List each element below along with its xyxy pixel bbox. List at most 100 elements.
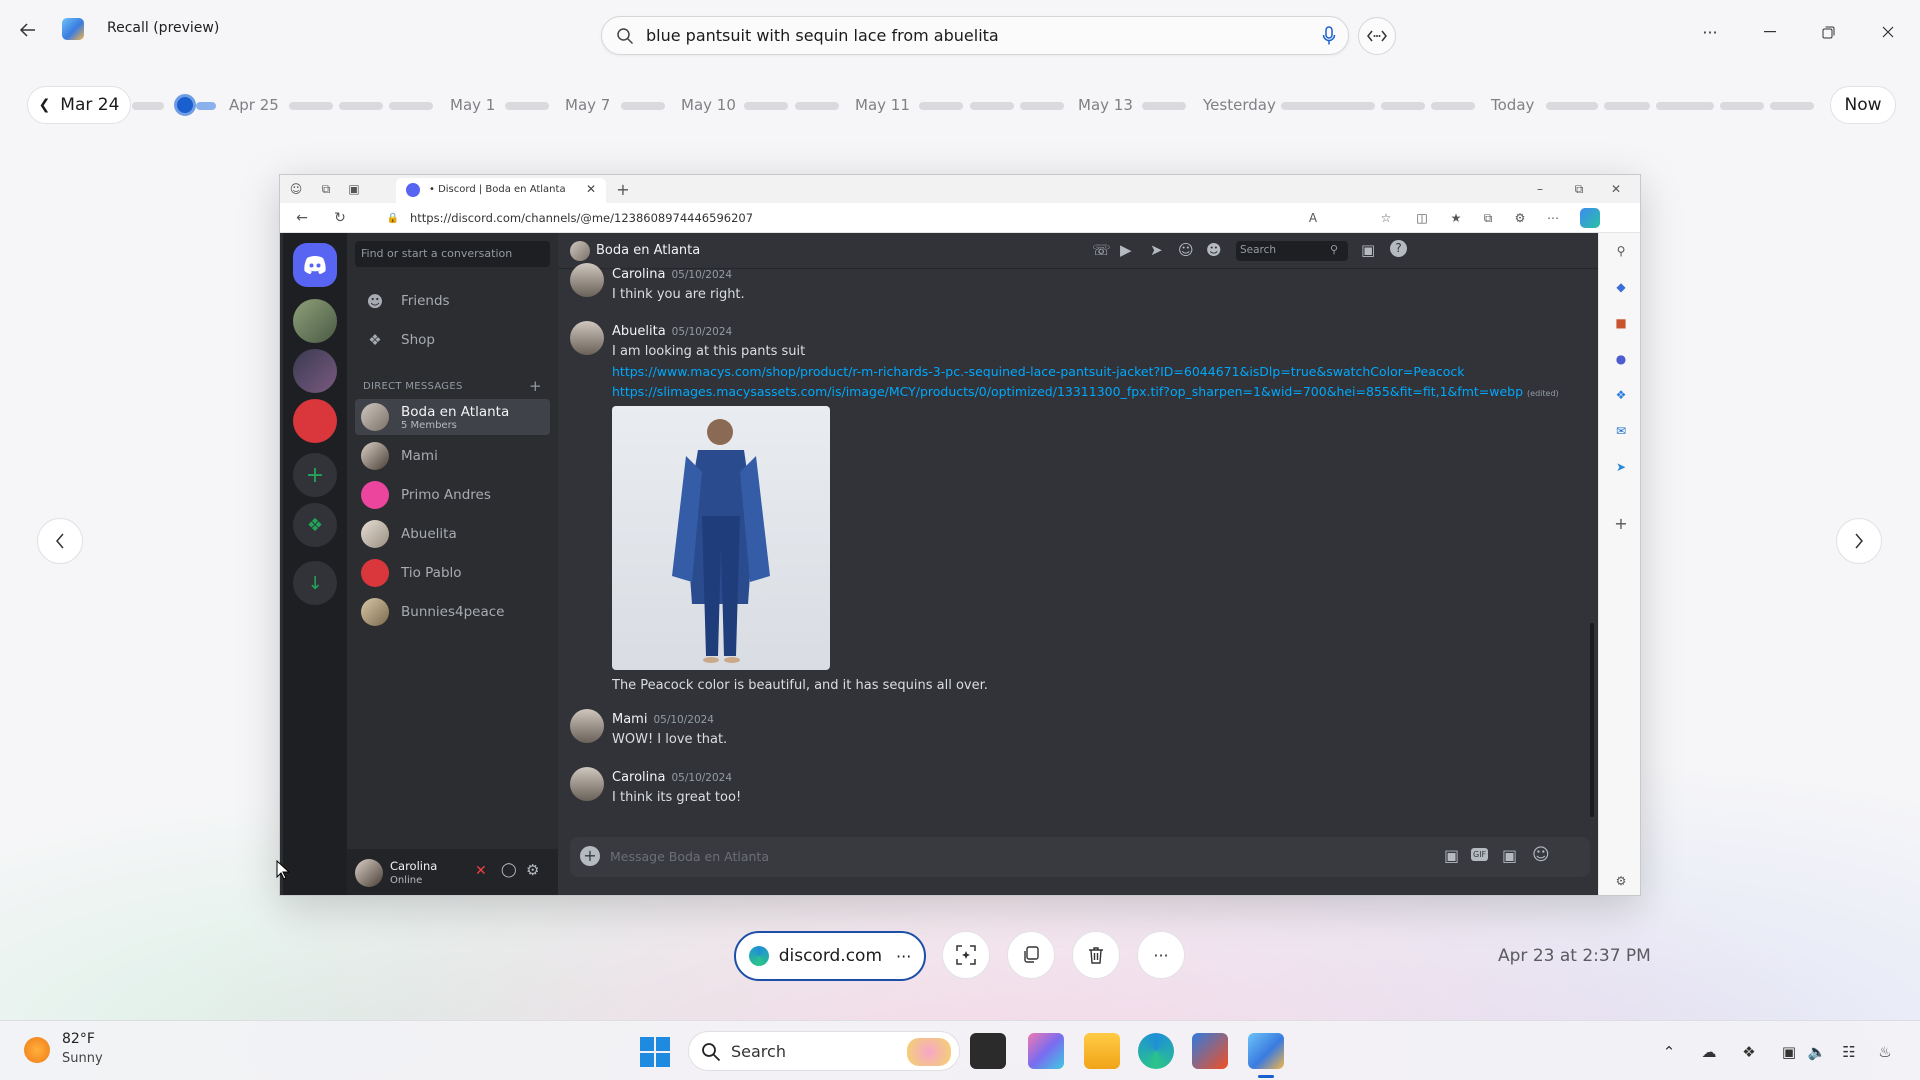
timeline-segment[interactable] (1604, 102, 1650, 110)
message-author[interactable]: Carolina 05/10/2024 (612, 770, 732, 785)
timeline-segment[interactable] (1431, 102, 1475, 110)
timeline-segment[interactable] (1142, 102, 1186, 110)
attach-plus-icon[interactable]: + (580, 846, 600, 866)
emoji-icon[interactable]: ☺ (1532, 845, 1550, 865)
file-explorer-icon[interactable] (1084, 1033, 1120, 1069)
favorites-icon[interactable]: ★ (1448, 210, 1464, 226)
search-input[interactable] (646, 26, 1286, 45)
mute-icon[interactable]: ✕ (475, 863, 487, 879)
sidebar-send-icon[interactable]: ➤ (1613, 459, 1629, 475)
sticker-icon[interactable]: ▣ (1502, 846, 1517, 865)
timeline-segment[interactable] (795, 102, 839, 110)
favorite-star-icon[interactable]: ☆ (1378, 210, 1394, 226)
weather-condition[interactable]: Sunny (62, 1051, 103, 1066)
dm-item-tio-pablo[interactable]: Tio Pablo (355, 555, 550, 591)
open-source-button[interactable]: discord.com ··· (734, 931, 926, 981)
delete-button[interactable] (1072, 931, 1120, 979)
server-icon[interactable] (293, 299, 337, 343)
message-author[interactable]: Mami 05/10/2024 (612, 712, 714, 727)
timeline-segment[interactable] (1281, 102, 1375, 110)
message-avatar[interactable] (570, 321, 604, 355)
dm-item-boda-en-atlanta[interactable]: Boda en Atlanta 5 Members (355, 399, 550, 435)
nav-friends[interactable]: ☻ Friends (355, 283, 550, 319)
message-composer[interactable]: + Message Boda en Atlanta ▣ GIF ▣ ☺ (570, 837, 1590, 877)
help-icon[interactable]: ? (1390, 240, 1407, 257)
message-image-pantsuit[interactable] (612, 406, 830, 670)
sidebar-search-icon[interactable]: ⚲ (1613, 243, 1629, 259)
voice-call-icon[interactable]: ☏ (1092, 241, 1111, 259)
new-tab-icon[interactable]: + (615, 180, 631, 199)
more-actions-button[interactable]: ··· (1137, 931, 1185, 979)
snapshot-preview[interactable]: ☺ ⧉ ▣ • Discord | Boda en Atlanta ✕ + – … (279, 174, 1641, 896)
timeline-segment[interactable] (1020, 102, 1064, 110)
member-list-icon[interactable]: ☻ (1206, 241, 1222, 259)
timeline-slider-handle[interactable] (174, 94, 196, 116)
sidebar-tools-icon[interactable]: ■ (1613, 315, 1629, 331)
message-author[interactable]: Abuelita 05/10/2024 (612, 324, 732, 339)
chat-search-input[interactable]: Search ⚲ (1236, 241, 1348, 261)
chat-scrollbar[interactable] (1590, 623, 1594, 817)
edge-taskbar-icon[interactable] (1138, 1033, 1174, 1069)
copy-button[interactable] (1007, 931, 1055, 979)
timeline-segment[interactable] (919, 102, 963, 110)
timeline-segment[interactable] (1720, 102, 1764, 110)
url-field[interactable]: https://discord.com/channels/@me/1238608… (410, 211, 753, 225)
more-options-button[interactable]: ··· (1692, 14, 1728, 50)
user-settings-icon[interactable]: ⚙ (526, 861, 539, 879)
download-apps-icon[interactable]: ↓ (293, 561, 337, 605)
headphones-icon[interactable]: ◯ (501, 862, 517, 878)
refresh-icon[interactable]: ↻ (332, 210, 348, 226)
display-icon[interactable]: ▣ (1778, 1041, 1800, 1063)
create-dm-icon[interactable]: + (529, 377, 542, 395)
read-aloud-icon[interactable]: A (1305, 210, 1321, 226)
timeline-segment[interactable] (1770, 102, 1814, 110)
lock-icon[interactable]: 🔒 (385, 210, 401, 226)
sidebar-add-icon[interactable]: + (1613, 514, 1629, 533)
sidebar-outlook-icon[interactable]: ✉ (1613, 423, 1629, 439)
weather-sun-icon[interactable] (24, 1037, 50, 1063)
browser-restore-icon[interactable]: ⧉ (1571, 181, 1587, 197)
server-icon[interactable] (293, 349, 337, 393)
author-name[interactable]: Mami (612, 712, 647, 727)
author-name[interactable]: Carolina (612, 770, 666, 785)
source-more-icon[interactable]: ··· (896, 947, 911, 966)
sidebar-games-icon[interactable]: ● (1613, 351, 1629, 367)
screen-understanding-action-button[interactable] (942, 931, 990, 979)
inbox-icon[interactable]: ▣ (1361, 241, 1375, 259)
workspaces-icon[interactable]: ⧉ (318, 181, 334, 197)
browser-menu-icon[interactable]: ⋯ (1545, 210, 1561, 226)
back-button[interactable] (10, 12, 46, 48)
previous-snapshot-button[interactable] (37, 518, 83, 564)
video-call-icon[interactable]: ▶ (1120, 241, 1132, 259)
profile-icon[interactable]: ☺ (288, 181, 304, 197)
tray-chevron-up-icon[interactable]: ⌃ (1658, 1041, 1680, 1063)
store-icon[interactable] (1192, 1033, 1228, 1069)
tab-close-icon[interactable]: ✕ (586, 182, 596, 196)
message-link[interactable]: https://slimages.macysassets.com/is/imag… (612, 384, 1559, 399)
message-link-text[interactable]: https://slimages.macysassets.com/is/imag… (612, 384, 1523, 399)
message-avatar[interactable] (570, 709, 604, 743)
dm-item-mami[interactable]: Mami (355, 438, 550, 474)
server-icon[interactable] (293, 399, 337, 443)
start-button[interactable] (640, 1037, 670, 1067)
tab-actions-icon[interactable]: ▣ (346, 181, 362, 197)
timeline-segment[interactable] (1656, 102, 1714, 110)
timeline-segment[interactable] (289, 102, 333, 110)
explore-servers-icon[interactable]: ❖ (293, 503, 337, 547)
onedrive-icon[interactable]: ☁ (1698, 1041, 1720, 1063)
message-author[interactable]: Carolina 05/10/2024 (612, 267, 732, 282)
timeline-segment[interactable] (1381, 102, 1425, 110)
user-avatar[interactable] (355, 859, 383, 887)
copilot-taskbar-icon[interactable] (1028, 1033, 1064, 1069)
timeline-segment[interactable] (744, 102, 788, 110)
close-button[interactable] (1870, 14, 1906, 50)
task-view-icon[interactable] (970, 1033, 1006, 1069)
dm-item-bunnies4peace[interactable]: Bunnies4peace (355, 594, 550, 630)
collections-icon[interactable]: ⧉ (1480, 210, 1496, 226)
gif-icon[interactable]: GIF (1471, 848, 1489, 861)
gift-icon[interactable]: ▣ (1444, 846, 1459, 865)
search-box[interactable] (601, 16, 1349, 55)
message-avatar[interactable] (570, 767, 604, 801)
restore-button[interactable] (1810, 14, 1846, 50)
browser-minimize-icon[interactable]: – (1532, 181, 1548, 197)
